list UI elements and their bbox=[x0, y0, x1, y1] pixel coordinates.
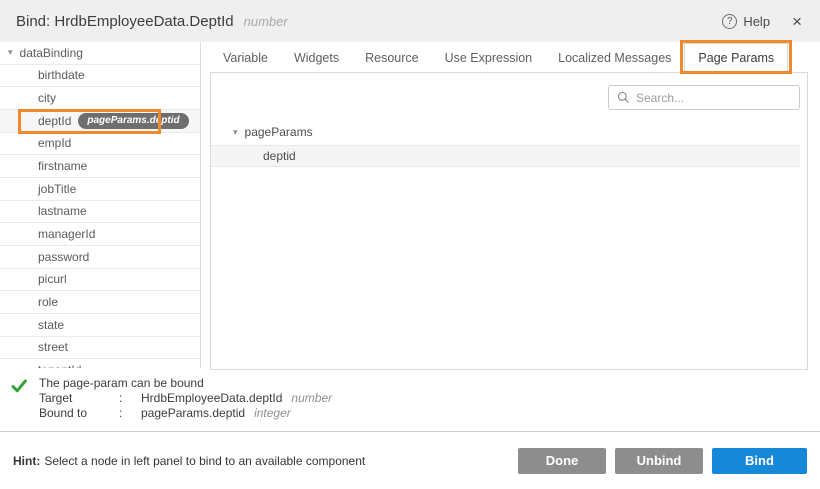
status-colon: : bbox=[119, 406, 141, 421]
status-label: Bound to bbox=[39, 406, 119, 421]
sidebar-item-city[interactable]: city bbox=[0, 87, 200, 110]
hint-text: Hint:Select a node in left panel to bind… bbox=[13, 454, 365, 468]
tab-label: Page Params bbox=[698, 51, 774, 65]
help-button[interactable]: Help bbox=[743, 14, 770, 29]
tree-node-label: pageParams bbox=[245, 125, 313, 139]
search-icon bbox=[617, 91, 630, 104]
caret-down-icon[interactable]: ▾ bbox=[233, 127, 238, 138]
search-box[interactable] bbox=[608, 85, 800, 110]
status-label: Target bbox=[39, 391, 119, 406]
sidebar-item-label: empId bbox=[38, 136, 71, 150]
sidebar-item-label: role bbox=[38, 295, 58, 309]
sidebar-root-label: dataBinding bbox=[20, 46, 83, 60]
bind-source-tabs: Variable Widgets Resource Use Expression… bbox=[210, 42, 808, 72]
sidebar-item-birthdate[interactable]: birthdate bbox=[0, 65, 200, 88]
status-type: number bbox=[291, 391, 332, 406]
hint-label: Hint: bbox=[13, 454, 40, 468]
header-actions: ? Help × bbox=[722, 13, 802, 30]
sidebar-item-label: city bbox=[38, 91, 56, 105]
sidebar-item-role[interactable]: role bbox=[0, 291, 200, 314]
dialog-title-type: number bbox=[244, 14, 288, 29]
tab-resource[interactable]: Resource bbox=[352, 44, 432, 72]
search-input[interactable] bbox=[636, 91, 791, 105]
close-icon[interactable]: × bbox=[792, 13, 802, 30]
sidebar-item-label: street bbox=[38, 340, 68, 354]
status-message: The page-param can be bound bbox=[39, 376, 332, 391]
sidebar-item-label: firstname bbox=[38, 159, 87, 173]
sidebar-item-label: birthdate bbox=[38, 68, 85, 82]
sidebar-item-label: state bbox=[38, 318, 64, 332]
sidebar-item-managerid[interactable]: managerId bbox=[0, 223, 200, 246]
tab-label: Widgets bbox=[294, 51, 339, 65]
tab-label: Localized Messages bbox=[558, 51, 671, 65]
sidebar-item-jobtitle[interactable]: jobTitle bbox=[0, 178, 200, 201]
done-button[interactable]: Done bbox=[518, 448, 606, 474]
tree-node-label: deptid bbox=[263, 149, 296, 163]
sidebar-item-label: picurl bbox=[38, 272, 67, 286]
status-colon: : bbox=[119, 391, 141, 406]
tab-page-params[interactable]: Page Params bbox=[684, 43, 788, 73]
page-params-panel: ▾ pageParams deptid bbox=[210, 72, 808, 370]
status-type: integer bbox=[254, 406, 291, 421]
sidebar-item-firstname[interactable]: firstname bbox=[0, 155, 200, 178]
sidebar-item-deptid[interactable]: deptId pageParams.deptid bbox=[0, 110, 200, 133]
sidebar-item-tenantid[interactable]: tenantId bbox=[0, 359, 200, 368]
footer-buttons: Done Unbind Bind bbox=[518, 448, 807, 474]
sidebar-item-street[interactable]: street bbox=[0, 337, 200, 360]
status-value: pageParams.deptid bbox=[141, 406, 245, 421]
sidebar-item-label: jobTitle bbox=[38, 182, 76, 196]
dialog-header: Bind: HrdbEmployeeData.DeptId number ? H… bbox=[0, 0, 820, 42]
sidebar-item-label: tenantId bbox=[38, 363, 81, 368]
page-params-tree: ▾ pageParams deptid bbox=[211, 123, 807, 167]
sidebar-item-empid[interactable]: empId bbox=[0, 133, 200, 156]
tab-localized-messages[interactable]: Localized Messages bbox=[545, 44, 684, 72]
tab-label: Use Expression bbox=[445, 51, 533, 65]
dialog-footer: Hint:Select a node in left panel to bind… bbox=[0, 432, 820, 489]
help-icon[interactable]: ? bbox=[722, 14, 737, 29]
tab-variable[interactable]: Variable bbox=[210, 44, 281, 72]
sidebar-item-label: password bbox=[38, 250, 89, 264]
status-boundto-row: Bound to : pageParams.deptid integer bbox=[39, 406, 332, 421]
unbind-button[interactable]: Unbind bbox=[615, 448, 703, 474]
sidebar-item-databinding[interactable]: ▾ dataBinding bbox=[0, 42, 200, 65]
tree-node-deptid[interactable]: deptid bbox=[211, 145, 800, 167]
sidebar-item-lastname[interactable]: lastname bbox=[0, 201, 200, 224]
binding-status: The page-param can be bound Target : Hrd… bbox=[10, 376, 810, 422]
tab-label: Resource bbox=[365, 51, 419, 65]
success-check-icon bbox=[10, 377, 28, 399]
bind-button[interactable]: Bind bbox=[712, 448, 807, 474]
status-lines: The page-param can be bound Target : Hrd… bbox=[39, 376, 332, 422]
bound-param-badge: pageParams.deptid bbox=[78, 113, 188, 129]
sidebar-item-password[interactable]: password bbox=[0, 246, 200, 269]
sidebar-item-label: lastname bbox=[38, 204, 87, 218]
caret-down-icon[interactable]: ▾ bbox=[8, 47, 13, 58]
dialog-title: Bind: HrdbEmployeeData.DeptId bbox=[16, 13, 234, 30]
tab-use-expression[interactable]: Use Expression bbox=[432, 44, 546, 72]
tree-node-pageparams[interactable]: ▾ pageParams bbox=[211, 123, 807, 141]
sidebar-item-picurl[interactable]: picurl bbox=[0, 269, 200, 292]
sidebar-item-label: deptId bbox=[38, 114, 71, 128]
status-target-row: Target : HrdbEmployeeData.deptId number bbox=[39, 391, 332, 406]
status-value: HrdbEmployeeData.deptId bbox=[141, 391, 282, 406]
tab-label: Variable bbox=[223, 51, 268, 65]
tab-widgets[interactable]: Widgets bbox=[281, 44, 352, 72]
sidebar-item-state[interactable]: state bbox=[0, 314, 200, 337]
binding-tree-panel: ▾ dataBinding birthdate city deptId page… bbox=[0, 42, 201, 368]
sidebar-item-label: managerId bbox=[38, 227, 95, 241]
